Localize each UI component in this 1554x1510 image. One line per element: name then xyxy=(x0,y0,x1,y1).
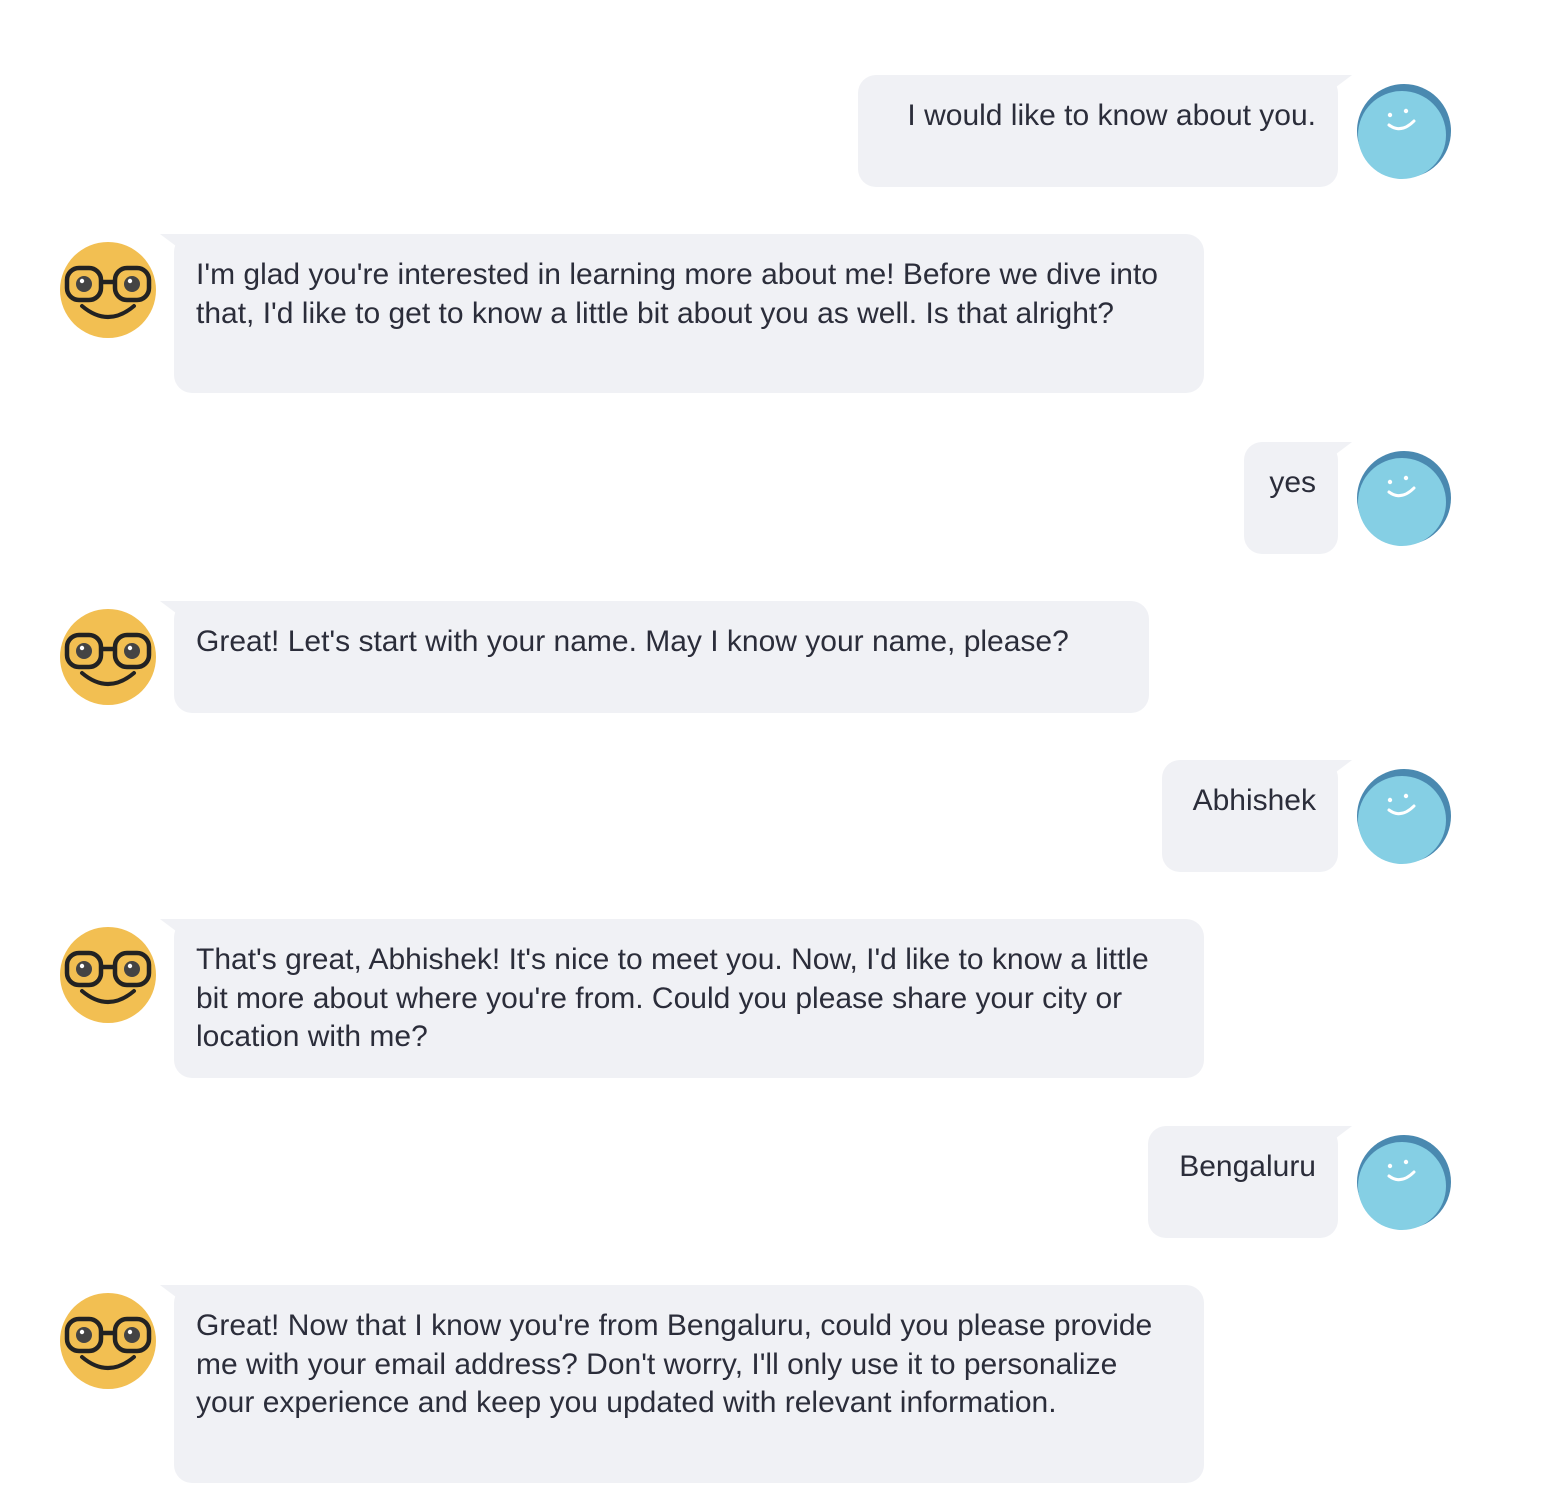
user-message-bubble: yes xyxy=(1244,442,1338,554)
user-message: I would like to know about you. xyxy=(0,75,1554,187)
chat-transcript: I would like to know about you. I'm glad… xyxy=(0,0,1554,1510)
bot-nerd-glasses-avatar-icon xyxy=(60,609,156,705)
user-message-bubble: I would like to know about you. xyxy=(858,75,1338,187)
user-smiley-avatar-icon xyxy=(1356,450,1452,546)
user-message-text: yes xyxy=(1269,466,1316,499)
user-message-text: Bengaluru xyxy=(1179,1150,1316,1183)
bot-nerd-glasses-avatar-icon xyxy=(60,927,156,1023)
bot-message: Great! Let's start with your name. May I… xyxy=(0,601,1554,713)
user-message-text: I would like to know about you. xyxy=(907,99,1316,132)
user-message-bubble: Abhishek xyxy=(1162,760,1338,872)
user-message-text: Abhishek xyxy=(1192,784,1316,817)
bot-nerd-glasses-avatar-icon xyxy=(60,1293,156,1389)
user-message: Abhishek xyxy=(0,760,1554,872)
bot-message-text: Great! Now that I know you're from Benga… xyxy=(196,1309,1153,1419)
bot-message-bubble: Great! Let's start with your name. May I… xyxy=(174,601,1149,713)
bot-message: That's great, Abhishek! It's nice to mee… xyxy=(0,919,1554,1078)
user-message-bubble: Bengaluru xyxy=(1148,1126,1338,1238)
user-smiley-avatar-icon xyxy=(1356,1134,1452,1230)
bot-message: Great! Now that I know you're from Benga… xyxy=(0,1285,1554,1483)
bot-message-bubble: Great! Now that I know you're from Benga… xyxy=(174,1285,1204,1483)
bot-nerd-glasses-avatar-icon xyxy=(60,242,156,338)
user-message: yes xyxy=(0,442,1554,554)
bot-message-text: Great! Let's start with your name. May I… xyxy=(196,625,1069,658)
bot-message: I'm glad you're interested in learning m… xyxy=(0,234,1554,393)
user-smiley-avatar-icon xyxy=(1356,768,1452,864)
bot-message-text: I'm glad you're interested in learning m… xyxy=(196,258,1158,330)
user-message: Bengaluru xyxy=(0,1126,1554,1238)
user-smiley-avatar-icon xyxy=(1356,83,1452,179)
bot-message-text: That's great, Abhishek! It's nice to mee… xyxy=(196,943,1149,1053)
bot-message-bubble: That's great, Abhishek! It's nice to mee… xyxy=(174,919,1204,1078)
bot-message-bubble: I'm glad you're interested in learning m… xyxy=(174,234,1204,393)
